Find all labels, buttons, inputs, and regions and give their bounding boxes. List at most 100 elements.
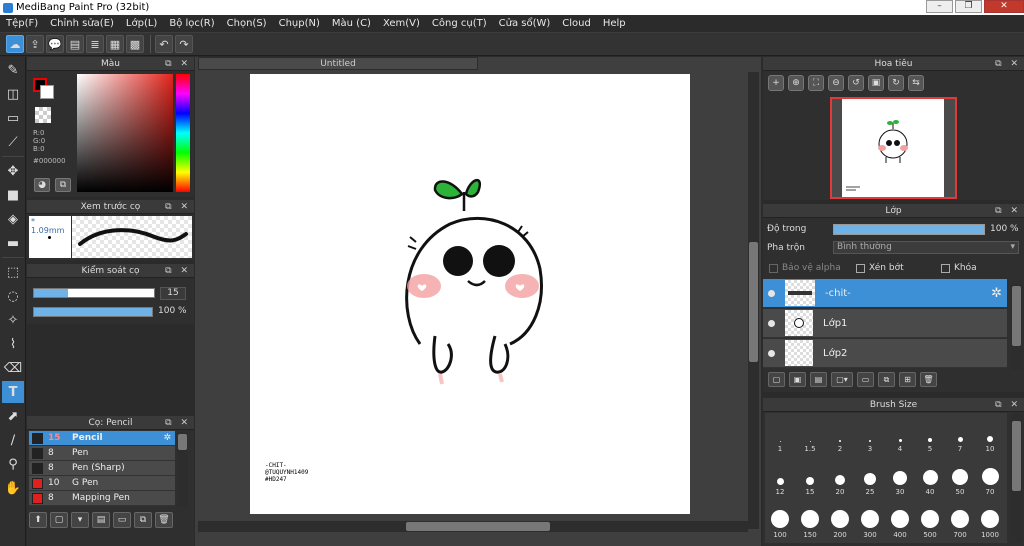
select-rect-icon[interactable]: ⬚ [2, 261, 24, 283]
menu-layer[interactable]: Lớp(L) [120, 18, 163, 29]
panel-controls[interactable]: ⧉ ✕ [995, 57, 1021, 71]
brush-size-option[interactable]: 40 [915, 456, 945, 498]
visibility-icon[interactable] [768, 349, 775, 357]
brush-size-option[interactable]: 1000 [975, 499, 1005, 541]
hue-slider[interactable] [176, 74, 190, 192]
brush-size-option[interactable]: 70 [975, 456, 1005, 498]
menu-view[interactable]: Xem(V) [377, 18, 426, 29]
text-icon[interactable]: T [2, 381, 24, 403]
brush-size-option[interactable]: 15 [795, 456, 825, 498]
undo-icon[interactable]: ↶ [155, 35, 173, 53]
page-icon[interactable]: ≣ [86, 35, 104, 53]
fill-rect-icon[interactable]: ■ [2, 184, 24, 206]
flip-icon[interactable]: ⇆ [908, 75, 924, 91]
brush-size-option[interactable]: 30 [885, 456, 915, 498]
blend-mode-select[interactable]: Bình thường ▾ [833, 241, 1019, 254]
brush-size-option[interactable]: 300 [855, 499, 885, 541]
rotate-right-icon[interactable]: ↻ [888, 75, 904, 91]
menu-tools[interactable]: Công cụ(T) [426, 18, 493, 29]
fit-icon[interactable]: ⛶ [808, 75, 824, 91]
menu-select[interactable]: Chọn(S) [221, 18, 273, 29]
pen-line-icon[interactable]: ⟋ [2, 131, 24, 153]
brush-size-option[interactable]: 20 [825, 456, 855, 498]
brush-size-option[interactable]: 3 [855, 413, 885, 455]
color-swap-icon[interactable]: ⧉ [55, 178, 71, 192]
brush-item-pen[interactable]: 8 Pen [29, 446, 175, 461]
trash-icon[interactable]: 🗑 [920, 372, 937, 387]
brush-size-option[interactable]: 700 [945, 499, 975, 541]
layer-item-chit[interactable]: -chit- ✲ [763, 279, 1007, 308]
close-button[interactable]: ✕ [984, 0, 1024, 13]
brush-size-option[interactable]: 100 [765, 499, 795, 541]
menu-filter[interactable]: Bộ lọc(R) [163, 18, 220, 29]
brush-add-menu-icon[interactable]: ▾ [71, 512, 89, 528]
menu-help[interactable]: Help [597, 18, 632, 29]
zoom-in-icon[interactable]: + [768, 75, 784, 91]
panel-controls[interactable]: ⧉ ✕ [165, 416, 191, 430]
brush-size-option[interactable]: 7 [945, 413, 975, 455]
gear-icon[interactable]: ✲ [991, 286, 1002, 301]
brush-item-g-pen[interactable]: 10 G Pen [29, 476, 175, 491]
brush-size-value[interactable]: 15 [160, 287, 186, 300]
zoom-in-2-icon[interactable]: ⊕ [788, 75, 804, 91]
menu-cloud[interactable]: Cloud [556, 18, 597, 29]
rectangle-icon[interactable]: ▭ [2, 107, 24, 129]
cloud-icon[interactable]: ☁ [6, 35, 24, 53]
panel-controls[interactable]: ⧉ ✕ [995, 398, 1021, 412]
visibility-icon[interactable] [768, 289, 775, 297]
menu-window[interactable]: Cửa sổ(W) [493, 18, 557, 29]
brush-size-option[interactable]: 10 [975, 413, 1005, 455]
panel-controls[interactable]: ⧉ ✕ [995, 204, 1021, 218]
menu-file[interactable]: Tệp(F) [0, 18, 44, 29]
brush-item-mapping-pen[interactable]: 8 Mapping Pen [29, 491, 175, 506]
new-layer-8bit-icon[interactable]: ▣ [789, 372, 806, 387]
menu-edit[interactable]: Chỉnh sửa(E) [44, 18, 120, 29]
brush-size-scrollbar[interactable] [1011, 413, 1022, 543]
folder-icon[interactable]: ▭ [113, 512, 131, 528]
duplicate-icon[interactable]: ⧉ [878, 372, 895, 387]
panel-controls[interactable]: ⧉ ✕ [165, 264, 191, 278]
operation-icon[interactable]: ⬈ [2, 405, 24, 427]
move-icon[interactable]: ✥ [2, 160, 24, 182]
upload-icon[interactable]: ⇪ [26, 35, 44, 53]
brush-icon[interactable]: ✎ [2, 59, 24, 81]
rotate-left-icon[interactable]: ↺ [848, 75, 864, 91]
eraser-icon[interactable]: ◫ [2, 83, 24, 105]
panels-icon[interactable]: ▩ [126, 35, 144, 53]
drawing-canvas[interactable]: -CHIT- @TUQUYNH1409 #HD247 [250, 74, 690, 514]
saturation-value-picker[interactable] [77, 74, 173, 192]
bucket-icon[interactable]: ◈ [2, 208, 24, 230]
new-layer-icon[interactable]: ▢ [768, 372, 785, 387]
panel-controls[interactable]: ⧉ ✕ [165, 57, 191, 71]
canvas-horizontal-scrollbar[interactable] [198, 521, 748, 532]
layer-item-lop2[interactable]: Lớp2 [763, 339, 1007, 368]
brush-item-pen-sharp[interactable]: 8 Pen (Sharp) [29, 461, 175, 476]
transparent-swatch[interactable] [35, 107, 51, 123]
merge-icon[interactable]: ⊞ [899, 372, 916, 387]
navigator-preview[interactable] [830, 97, 957, 199]
magic-wand-icon[interactable]: ✧ [2, 309, 24, 331]
brush-opacity-slider[interactable] [33, 307, 153, 317]
trash-icon[interactable]: 🗑 [155, 512, 173, 528]
document-icon[interactable]: ▤ [66, 35, 84, 53]
brush-size-slider[interactable] [33, 288, 155, 298]
select-eraser-icon[interactable]: ⌫ [2, 357, 24, 379]
comment-icon[interactable]: 💬 [46, 35, 64, 53]
layer-opacity-slider[interactable] [833, 224, 985, 235]
zoom-out-icon[interactable]: ⊖ [828, 75, 844, 91]
clipping-checkbox[interactable]: Xén bớt [856, 263, 936, 273]
brush-size-option[interactable]: 25 [855, 456, 885, 498]
add-layer-menu-icon[interactable]: ▢▾ [831, 372, 853, 387]
visibility-icon[interactable] [768, 319, 775, 327]
brush-size-option[interactable]: 5 [915, 413, 945, 455]
minimize-button[interactable]: – [926, 0, 953, 13]
document-tab[interactable]: Untitled [198, 57, 478, 70]
folder-icon[interactable]: ▭ [857, 372, 874, 387]
brush-size-option[interactable]: 4 [885, 413, 915, 455]
brush-size-option[interactable]: 1.5 [795, 413, 825, 455]
redo-icon[interactable]: ↷ [175, 35, 193, 53]
blur-icon[interactable]: ∕ [2, 429, 24, 451]
maximize-button[interactable]: ❐ [955, 0, 982, 13]
brush-download-icon[interactable]: ⬆ [29, 512, 47, 528]
brush-size-option[interactable]: 1 [765, 413, 795, 455]
